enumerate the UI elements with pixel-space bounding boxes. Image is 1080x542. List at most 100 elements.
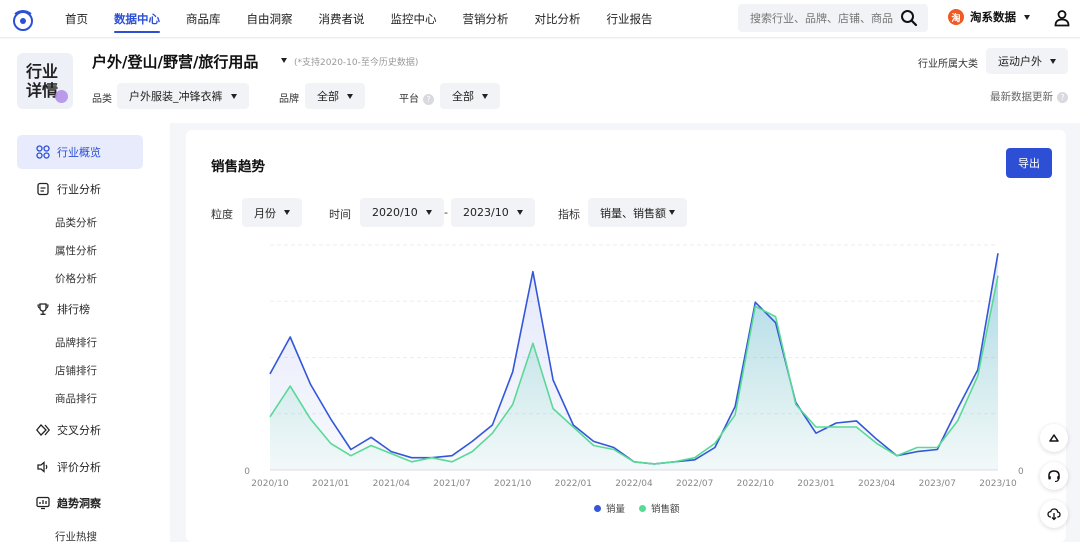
nav-item[interactable]: 监控中心 (391, 0, 437, 38)
sidebar-subitem-category-analysis[interactable]: 品类分析 (55, 215, 97, 230)
sidebar-item-label: 评价分析 (57, 461, 101, 474)
y-left-tick-label: 0 (244, 467, 250, 477)
chevron-down-icon (669, 210, 675, 215)
page-title[interactable]: 户外/登山/野营/旅行用品 (92, 51, 258, 72)
sales-trend-card: 销售趋势 导出 粒度 月份 时间 2020/10 - 2023/10 指标 销量… (186, 130, 1066, 542)
metric-label: 指标 (558, 208, 580, 221)
trophy-icon (37, 303, 49, 315)
nav-item[interactable]: 对比分析 (535, 0, 581, 38)
speaker-icon (37, 461, 48, 473)
sidebar-item-analysis[interactable]: 行业分析 (36, 181, 101, 197)
legend-item-amount[interactable]: 销售额 (639, 501, 680, 515)
cloud-download-icon (1047, 508, 1061, 521)
nav-item[interactable]: 商品库 (186, 0, 221, 38)
x-tick-label: 2022/07 (676, 479, 713, 489)
sidebar-item-review-analysis[interactable]: 评价分析 (36, 459, 101, 475)
chevron-down-icon (1024, 14, 1030, 20)
product-category-value: 户外服装_冲锋衣裤 (129, 90, 223, 103)
time-start-select[interactable]: 2020/10 (360, 198, 444, 227)
legend-label-volume: 销量 (606, 504, 626, 515)
nav-item[interactable]: 营销分析 (463, 0, 509, 38)
x-tick-label: 2021/01 (312, 479, 349, 489)
badge-dot-icon (55, 90, 68, 103)
time-separator: - (444, 206, 448, 219)
nav-item[interactable]: 消费者说 (319, 0, 365, 38)
sales-trend-chart: 0 02020/10 2021/01 2021/04 2021/07 2021/10 202… (244, 244, 1024, 489)
sidebar-item-label: 排行榜 (57, 303, 90, 316)
metric-select[interactable]: 销量、销售额 (588, 198, 687, 227)
card-title: 销售趋势 (211, 159, 265, 175)
brand-select[interactable]: 全部 (305, 83, 365, 109)
sidebar-subitem-product-ranking[interactable]: 商品排行 (55, 391, 97, 406)
title-chevron-down-icon[interactable] (281, 58, 287, 63)
chevron-down-icon (482, 93, 488, 99)
chevron-down-icon (1050, 58, 1056, 64)
sidebar-subitem-brand-ranking[interactable]: 品牌排行 (55, 335, 97, 350)
nav-item[interactable]: 行业报告 (607, 0, 653, 38)
sidebar-item-overview[interactable]: 行业概览 (36, 144, 101, 160)
series-line-amount (269, 275, 999, 465)
granularity-select[interactable]: 月份 (242, 198, 302, 227)
help-icon: ? (1057, 91, 1068, 103)
sidebar-item-ranking[interactable]: 排行榜 (36, 301, 90, 317)
sidebar-subitem-attribute-analysis[interactable]: 属性分析 (55, 243, 97, 258)
customer-service-button[interactable] (1040, 462, 1068, 490)
platform-select[interactable]: 全部 (440, 83, 500, 109)
data-source-selector[interactable]: 淘 淘系数据 (948, 9, 1030, 25)
sidebar-item-label: 行业概览 (57, 146, 101, 159)
chart-legend: 销量 销售额 (594, 501, 694, 515)
industry-detail-badge: 行业 详情 (17, 53, 73, 109)
search-icon[interactable] (900, 9, 918, 27)
y-right-tick-label: 0 (1018, 467, 1024, 477)
data-source-label: 淘系数据 (970, 10, 1016, 24)
series-line-volume (269, 253, 999, 465)
nav-item[interactable]: 首页 (65, 0, 88, 38)
document-icon (37, 182, 49, 196)
category-select[interactable]: 运动户外 (986, 48, 1068, 74)
industry-header: 行业 详情 户外/登山/野营/旅行用品 (*支持2020-10-至今历史数据) … (0, 39, 1080, 123)
x-tick-label: 2022/01 (555, 479, 592, 489)
back-to-top-button[interactable] (1040, 424, 1068, 452)
product-category-label: 品类 (92, 94, 112, 105)
legend-dot-amount (639, 504, 647, 512)
download-button[interactable] (1040, 500, 1068, 528)
sidebar: 行业概览 行业分析 品类分析 属性分析 价格分析 排行榜 品牌排行 店铺排行 商… (0, 123, 170, 542)
sidebar-item-label: 行业分析 (57, 183, 101, 196)
x-tick-label: 2021/04 (373, 479, 411, 489)
sidebar-subitem-shop-ranking[interactable]: 店铺排行 (55, 363, 97, 378)
sidebar-item-cross-analysis[interactable]: 交叉分析 (36, 422, 101, 438)
grid-icon (36, 145, 50, 159)
product-category-select[interactable]: 户外服装_冲锋衣裤 (117, 83, 249, 109)
sidebar-subitem-price-analysis[interactable]: 价格分析 (55, 271, 97, 286)
nav-item[interactable]: 自由洞察 (247, 0, 293, 38)
x-tick-label: 2023/01 (797, 479, 834, 489)
category-value: 运动户外 (998, 55, 1042, 68)
series-area-volume (270, 253, 998, 470)
latest-update-text: 最新数据更新 (990, 91, 1053, 103)
x-tick-label: 2021/10 (494, 479, 532, 489)
headset-icon (1048, 470, 1060, 483)
chevron-down-icon (425, 210, 432, 215)
data-logo-icon[interactable] (10, 6, 36, 32)
time-end-select[interactable]: 2023/10 (451, 198, 535, 227)
nav-item[interactable]: 数据中心 (114, 0, 160, 38)
x-tick-label: 2022/10 (737, 479, 775, 489)
cross-diamond-icon (36, 424, 50, 436)
legend-item-volume[interactable]: 销量 (594, 501, 625, 515)
export-button[interactable]: 导出 (1006, 148, 1052, 178)
user-icon[interactable] (1053, 9, 1071, 27)
granularity-value: 月份 (254, 206, 276, 220)
sidebar-item-trend-insight[interactable]: 趋势洞察 (36, 495, 101, 511)
help-icon[interactable]: ? (423, 93, 434, 105)
x-tick-label: 2022/04 (615, 479, 653, 489)
x-tick-label: 2023/07 (919, 479, 956, 489)
platform-value: 全部 (452, 90, 474, 103)
series-area-amount (270, 275, 998, 470)
latest-update[interactable]: 最新数据更新? (990, 89, 1068, 104)
x-tick-label: 2020/10 (251, 479, 289, 489)
x-tick-label: 2021/07 (433, 479, 470, 489)
badge-line1: 行业 (26, 62, 59, 81)
sidebar-subitem-industry-hot-search[interactable]: 行业热搜 (55, 529, 97, 542)
brand-value: 全部 (317, 90, 339, 103)
chevron-up-icon (1049, 434, 1059, 442)
